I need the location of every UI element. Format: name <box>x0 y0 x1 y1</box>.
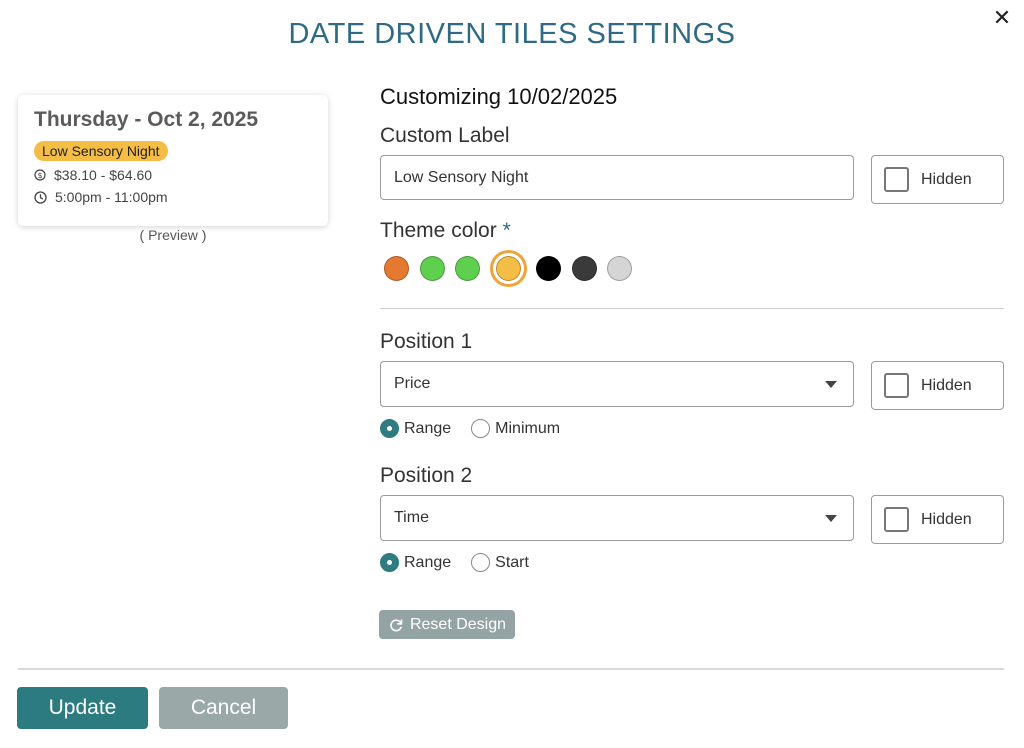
position-1-radio-minimum[interactable]: Minimum <box>471 419 560 438</box>
chevron-down-icon <box>825 514 837 522</box>
clock-icon <box>34 190 47 204</box>
custom-label-heading: Custom Label <box>380 124 510 147</box>
preview-card: Thursday - Oct 2, 2025 Low Sensory Night… <box>18 95 328 226</box>
position-2-radio-range[interactable]: Range <box>380 553 451 572</box>
radio-selected-icon[interactable] <box>380 553 399 572</box>
radio-label: Range <box>404 553 452 571</box>
position-2-heading: Position 2 <box>380 464 473 487</box>
preview-price-line: $ $38.10 - $64.60 <box>34 167 312 183</box>
swatch-black[interactable] <box>536 256 561 281</box>
position-1-radio-range[interactable]: Range <box>380 419 451 438</box>
custom-label-input[interactable] <box>380 155 854 200</box>
theme-swatches <box>384 256 643 281</box>
position-2-value: Time <box>394 509 429 526</box>
hidden-label: Hidden <box>921 510 972 528</box>
checkbox-icon[interactable] <box>884 167 909 192</box>
dollar-icon: $ <box>34 169 46 181</box>
theme-color-heading: Theme color * <box>380 219 1004 243</box>
dialog-title: DATE DRIVEN TILES SETTINGS <box>288 18 736 50</box>
position-2-select[interactable]: Time <box>380 495 854 541</box>
preview-time: 5:00pm - 11:00pm <box>55 189 168 205</box>
checkbox-icon[interactable] <box>884 373 909 398</box>
position-2-radio-group: Range Start <box>380 553 549 572</box>
section-divider <box>380 308 1004 309</box>
swatch-green[interactable] <box>419 256 445 281</box>
position-1-radio-group: Range Minimum <box>380 419 580 438</box>
swatch-dark-gray[interactable] <box>571 256 597 281</box>
preview-price: $38.10 - $64.60 <box>54 167 153 183</box>
update-button[interactable]: Update <box>17 687 148 729</box>
preview-caption: ( Preview ) <box>139 227 207 243</box>
required-mark: * <box>502 219 511 242</box>
position-1-value: Price <box>394 375 431 392</box>
checkbox-icon[interactable] <box>884 507 909 532</box>
reset-design-button[interactable]: Reset Design <box>379 610 515 639</box>
preview-time-line: 5:00pm - 11:00pm <box>34 189 312 205</box>
position-1-hidden-toggle[interactable]: Hidden <box>871 361 1004 410</box>
swatch-yellow-selected[interactable] <box>495 256 521 281</box>
hidden-label: Hidden <box>921 170 972 188</box>
custom-label-hidden-toggle[interactable]: Hidden <box>871 155 1004 204</box>
refresh-icon <box>390 618 403 631</box>
footer-divider <box>18 668 1004 670</box>
preview-badge: Low Sensory Night <box>34 141 168 161</box>
position-2-hidden-toggle[interactable]: Hidden <box>871 495 1004 544</box>
close-icon[interactable]: ✕ <box>990 6 1014 30</box>
cancel-button[interactable]: Cancel <box>159 687 288 729</box>
radio-label: Range <box>404 419 452 437</box>
radio-selected-icon[interactable] <box>380 419 399 438</box>
position-1-select[interactable]: Price <box>380 361 854 407</box>
svg-text:$: $ <box>37 171 42 180</box>
swatch-green-2[interactable] <box>455 256 480 281</box>
reset-design-label: Reset Design <box>409 615 507 633</box>
customizing-heading: Customizing 10/02/2025 <box>380 84 618 109</box>
swatch-light-gray[interactable] <box>607 256 632 281</box>
position-1-heading: Position 1 <box>380 330 473 353</box>
position-2-radio-start[interactable]: Start <box>471 553 529 572</box>
theme-color-label: Theme color <box>380 219 497 242</box>
swatch-orange[interactable] <box>384 256 409 281</box>
radio-label: Start <box>495 553 529 571</box>
chevron-down-icon <box>825 380 837 388</box>
hidden-label: Hidden <box>921 376 972 394</box>
radio-icon[interactable] <box>471 419 491 438</box>
preview-date: Thursday - Oct 2, 2025 <box>34 108 259 131</box>
radio-icon[interactable] <box>471 553 491 572</box>
radio-label: Minimum <box>495 419 561 437</box>
